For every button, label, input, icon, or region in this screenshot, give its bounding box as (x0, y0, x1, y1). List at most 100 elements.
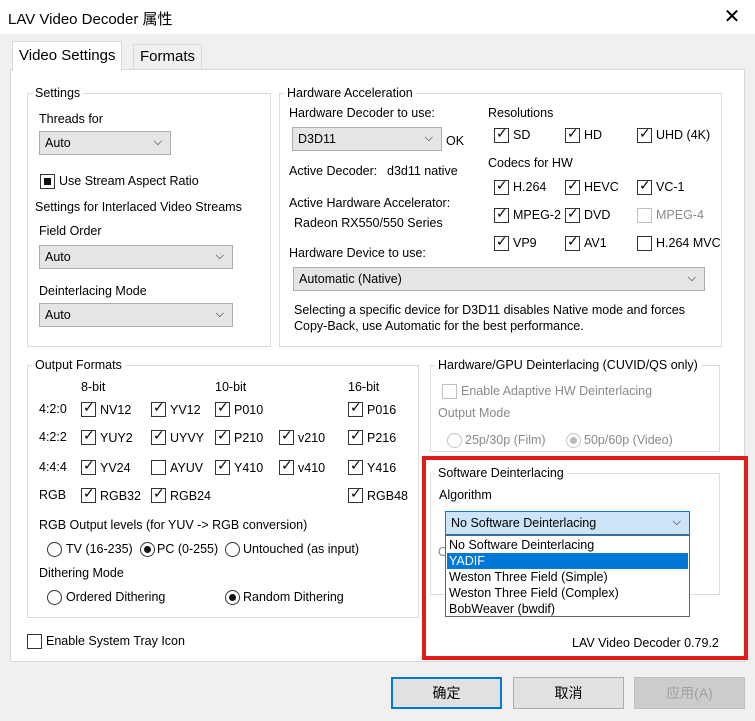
output-formats-group-label: Output Formats (32, 358, 125, 372)
annotation-highlight-box (422, 456, 748, 660)
hw-device-label: Hardware Device to use: (289, 246, 426, 260)
window-title: LAV Video Decoder 属性 (8, 11, 173, 28)
codec-vc1-label: VC-1 (656, 180, 685, 194)
codec-h264-checkbox[interactable] (494, 178, 509, 195)
rgb-level-pc-radio[interactable] (140, 542, 155, 557)
rgb-level-untouched-label: Untouched (as input) (243, 542, 360, 556)
fmt-ayuv-checkbox[interactable] (151, 460, 166, 475)
fmt-v410-checkbox[interactable] (279, 458, 294, 475)
output-mode-label: Output Mode (438, 406, 511, 420)
fmt-rgb32-checkbox[interactable] (81, 486, 96, 503)
hw-accel-group-label: Hardware Acceleration (284, 86, 416, 100)
stream-aspect-checkbox[interactable] (40, 174, 55, 189)
active-accel-value: Radeon RX550/550 Series (294, 216, 443, 230)
codec-dvd-checkbox[interactable] (565, 206, 580, 223)
field-order-select[interactable]: Auto ⌵ (39, 245, 233, 269)
fmt-yuy2-checkbox[interactable] (81, 428, 96, 445)
apply-button[interactable]: 应用(A) (634, 677, 745, 709)
res-uhd-checkbox[interactable] (637, 126, 652, 143)
threads-select[interactable]: Auto ⌵ (39, 131, 171, 155)
fmt-yv24-checkbox[interactable] (81, 458, 96, 475)
fmt-yv12-label: YV12 (170, 403, 201, 417)
settings-group-label: Settings (32, 86, 84, 100)
system-tray-checkbox[interactable] (27, 634, 42, 649)
fmt-uyvy-checkbox[interactable] (151, 428, 166, 445)
fmt-rgb48-checkbox[interactable] (348, 486, 363, 503)
tab-video-settings[interactable]: Video Settings (12, 41, 123, 71)
threads-label: Threads for (39, 112, 103, 126)
row-label-422: 4:2:2 (39, 430, 67, 444)
active-accel-label: Active Hardware Accelerator: (289, 196, 451, 210)
close-icon[interactable]: ✕ (719, 4, 745, 30)
fmt-yv12-checkbox[interactable] (151, 400, 166, 417)
codec-hevc-checkbox[interactable] (565, 178, 580, 195)
codec-h264mvc-label: H.264 MVC (656, 236, 721, 250)
field-order-label: Field Order (39, 224, 102, 238)
chevron-down-icon: ⌵ (153, 135, 162, 148)
fmt-p010-checkbox[interactable] (215, 400, 230, 417)
codec-av1-checkbox[interactable] (565, 234, 580, 251)
dither-random-label: Random Dithering (243, 590, 344, 604)
tab-formats[interactable]: Formats (133, 44, 203, 70)
codec-hevc-label: HEVC (584, 180, 619, 194)
fmt-y410-label: Y410 (234, 461, 264, 475)
res-sd-label: SD (513, 128, 531, 142)
hw-device-select[interactable]: Automatic (Native) ⌵ (293, 267, 705, 291)
fmt-p216-label: P216 (367, 431, 397, 445)
fmt-nv12-checkbox[interactable] (81, 400, 96, 417)
rgb-level-tv-radio[interactable] (47, 542, 62, 557)
active-decoder-value: d3d11 native (387, 164, 458, 178)
resolutions-label: Resolutions (488, 106, 554, 120)
codec-mpeg2-checkbox[interactable] (494, 206, 509, 223)
codec-mpeg4-checkbox (637, 208, 652, 223)
active-decoder-label: Active Decoder: (289, 164, 378, 178)
codec-vc1-checkbox[interactable] (637, 178, 652, 195)
ok-button[interactable]: 确定 (391, 677, 502, 709)
fmt-ayuv-label: AYUV (170, 461, 204, 475)
codec-h264-label: H.264 (513, 180, 547, 194)
codec-vp9-label: VP9 (513, 236, 537, 250)
codec-h264mvc-checkbox[interactable] (637, 236, 652, 251)
fmt-y410-checkbox[interactable] (215, 458, 230, 475)
fmt-v410-label: v410 (298, 461, 326, 475)
fmt-p216-checkbox[interactable] (348, 428, 363, 445)
fmt-nv12-label: NV12 (100, 403, 132, 417)
fmt-v210-label: v210 (298, 431, 326, 445)
hw-mode-film-radio (447, 433, 462, 448)
deint-mode-select[interactable]: Auto ⌵ (39, 303, 233, 327)
chevron-down-icon: ⌵ (424, 131, 433, 144)
hw-decoder-select[interactable]: D3D11 ⌵ (292, 127, 442, 151)
fmt-p210-label: P210 (234, 431, 264, 445)
hw-device-note: Selecting a specific device for D3D11 di… (294, 303, 685, 333)
fmt-p016-checkbox[interactable] (348, 400, 363, 417)
res-hd-checkbox[interactable] (565, 126, 580, 143)
dither-random-radio[interactable] (225, 590, 240, 605)
fmt-rgb24-checkbox[interactable] (151, 486, 166, 503)
fmt-p010-label: P010 (234, 403, 264, 417)
dither-ordered-radio[interactable] (47, 590, 62, 605)
cancel-button[interactable]: 取消 (513, 677, 624, 709)
chevron-down-icon: ⌵ (215, 307, 224, 320)
hw-decoder-ok: OK (446, 134, 465, 148)
codec-vp9-checkbox[interactable] (494, 234, 509, 251)
fmt-v210-checkbox[interactable] (279, 428, 294, 445)
fmt-rgb24-label: RGB24 (170, 489, 211, 503)
adaptive-hw-deint-label: Enable Adaptive HW Deinterlacing (461, 384, 653, 398)
col-header-16bit: 16-bit (348, 380, 380, 394)
res-sd-checkbox[interactable] (494, 126, 509, 143)
rgb-level-untouched-radio[interactable] (225, 542, 240, 557)
fmt-p210-checkbox[interactable] (215, 428, 230, 445)
hw-deint-group-label: Hardware/GPU Deinterlacing (CUVID/QS onl… (435, 358, 701, 372)
dithering-label: Dithering Mode (39, 566, 124, 580)
codec-dvd-label: DVD (584, 208, 611, 222)
fmt-y416-checkbox[interactable] (348, 458, 363, 475)
codecs-label: Codecs for HW (488, 156, 573, 170)
res-uhd-label: UHD (4K) (656, 128, 711, 142)
interlaced-settings-label: Settings for Interlaced Video Streams (35, 200, 242, 214)
codec-av1-label: AV1 (584, 236, 607, 250)
codec-mpeg4-label: MPEG-4 (656, 208, 704, 222)
deint-mode-label: Deinterlacing Mode (39, 284, 147, 298)
col-header-10bit: 10-bit (215, 380, 247, 394)
chevron-down-icon: ⌵ (687, 271, 696, 284)
row-label-444: 4:4:4 (39, 460, 67, 474)
